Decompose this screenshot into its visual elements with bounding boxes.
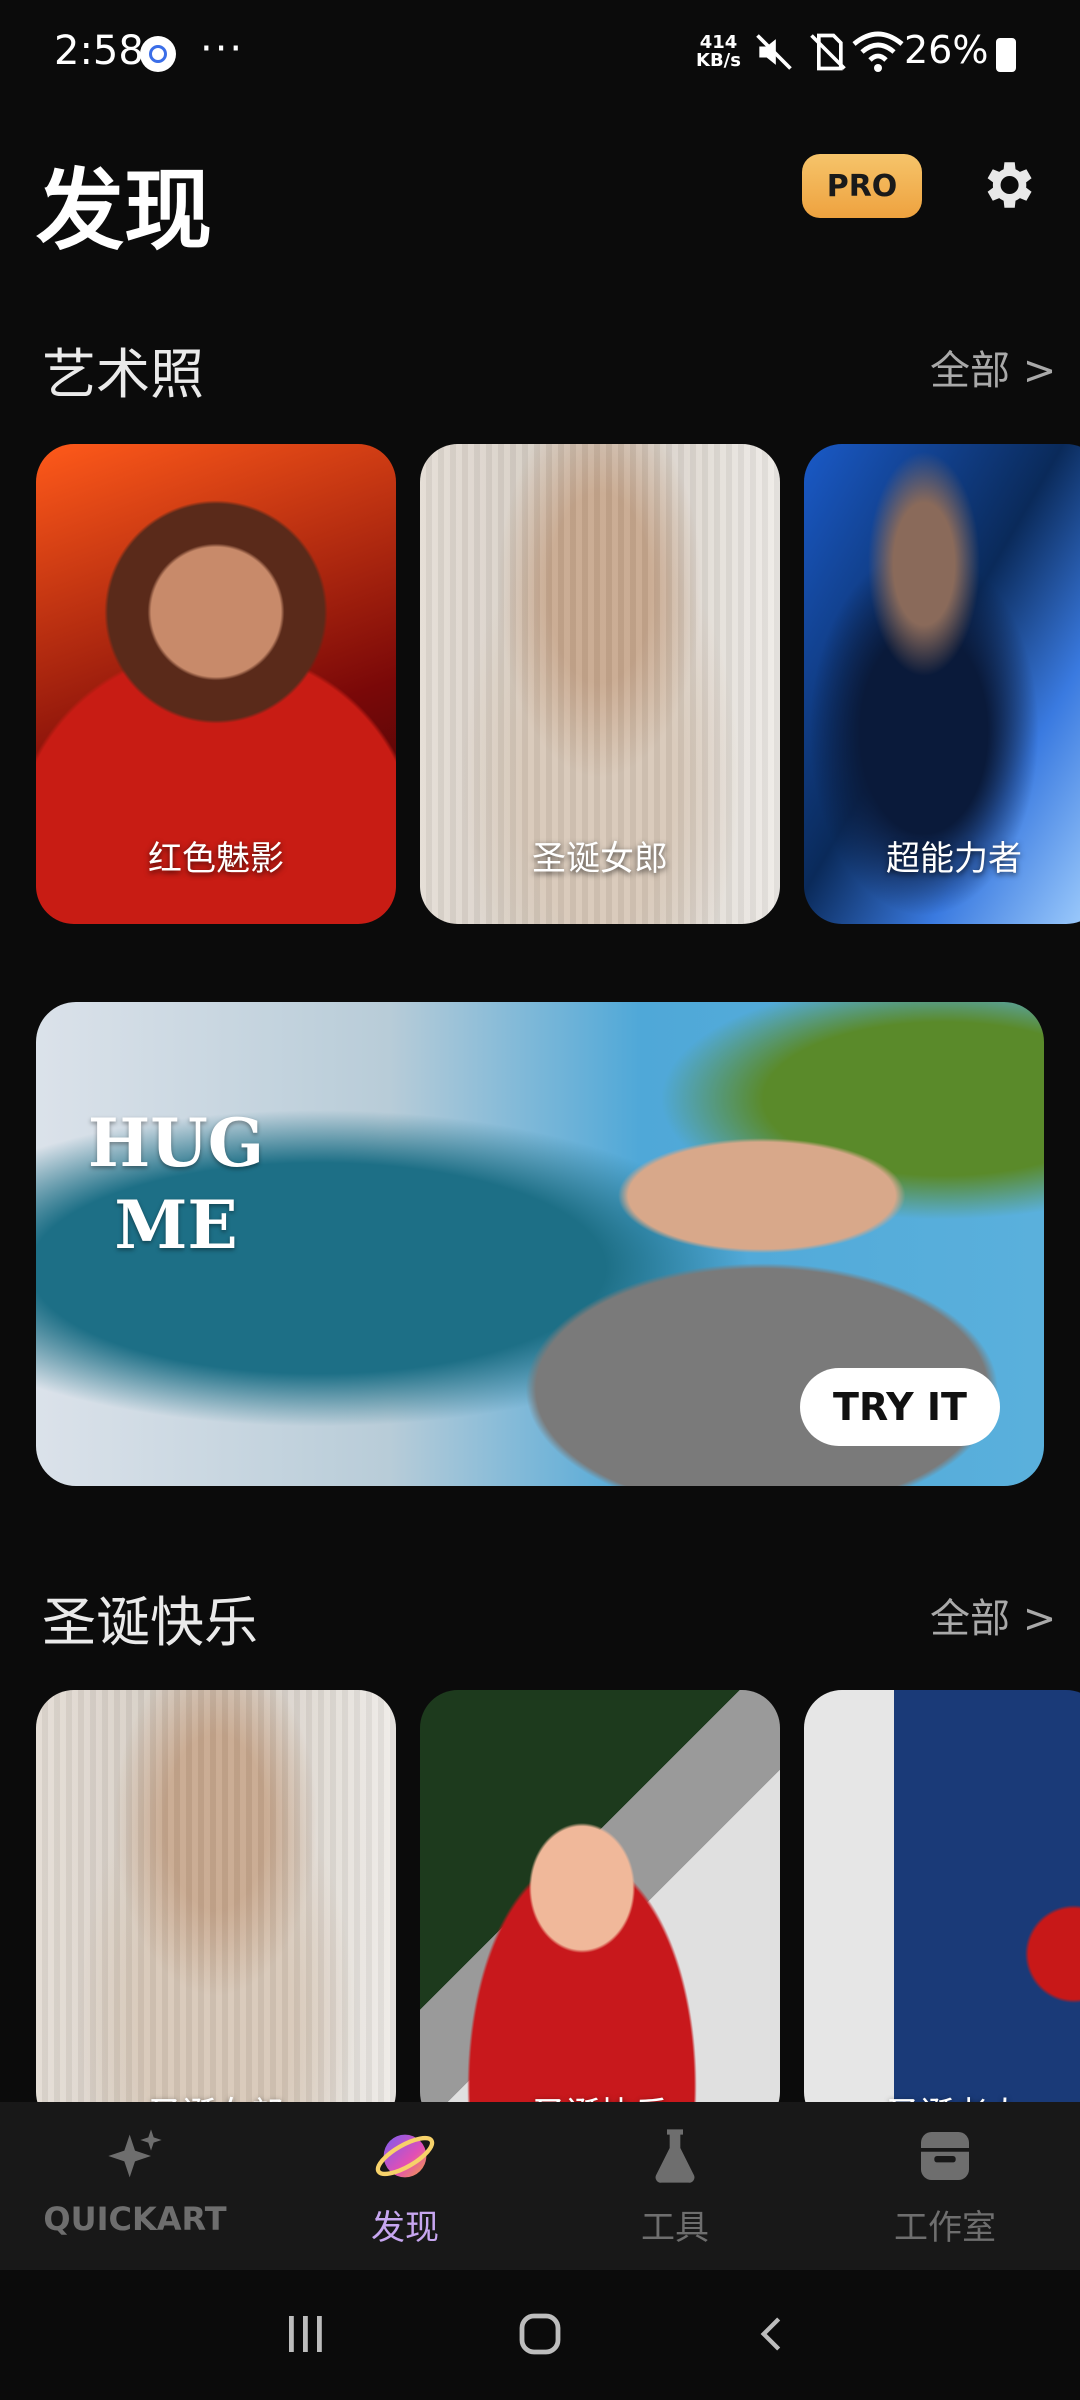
network-speed-unit: KB/s — [696, 50, 741, 71]
status-bar: 2:58 ··· 414 KB/s 26% — [0, 0, 1080, 110]
banner-title-line2: ME — [114, 1186, 238, 1264]
christmas-card-baby[interactable]: 圣诞快乐 — [420, 1690, 780, 2130]
card-label: 超能力者 — [886, 839, 1022, 879]
pro-button[interactable]: PRO — [802, 154, 922, 218]
nav-label-tools: 工具 — [641, 2208, 709, 2248]
wifi-icon — [852, 31, 904, 72]
nav-item-quickart[interactable]: QUICKART — [0, 2102, 270, 2270]
archive-icon — [921, 2132, 969, 2180]
try-it-button[interactable]: TRY IT — [800, 1368, 1000, 1446]
mute-icon — [756, 34, 792, 70]
home-icon[interactable] — [514, 2310, 566, 2358]
battery-percent: 26% — [904, 28, 989, 72]
sparkle-icon — [108, 2129, 162, 2178]
art-card-red-phantom[interactable]: 红色魅影 — [36, 444, 396, 924]
app-notification-icon — [140, 36, 176, 72]
nav-label-studio: 工作室 — [894, 2208, 996, 2248]
more-notifications-icon: ··· — [200, 26, 245, 72]
recent-apps-icon[interactable] — [280, 2310, 330, 2358]
section-title-christmas: 圣诞快乐 — [42, 1591, 258, 1654]
status-time: 2:58 — [54, 28, 144, 74]
art-card-christmas-girl[interactable]: 圣诞女郎 — [420, 444, 780, 924]
christmas-card-girl[interactable]: 圣诞女郎 — [36, 1690, 396, 2130]
no-sim-icon — [810, 33, 846, 71]
card-label: 圣诞女郎 — [532, 839, 668, 879]
nav-label-quickart: QUICKART — [43, 2200, 227, 2238]
gear-icon[interactable] — [976, 154, 1038, 216]
back-icon[interactable] — [752, 2310, 792, 2358]
planet-icon — [375, 2134, 435, 2178]
christmas-card-santa[interactable]: 圣诞老人 — [804, 1690, 1080, 2130]
nav-label-discover: 发现 — [371, 2208, 439, 2248]
hug-me-banner[interactable]: HUG ME TRY IT — [36, 1002, 1044, 1486]
section-title-art: 艺术照 — [42, 343, 204, 406]
system-nav-bar — [0, 2270, 1080, 2400]
banner-title: HUG ME — [76, 1102, 276, 1266]
banner-title-line1: HUG — [87, 1104, 265, 1182]
nav-item-studio[interactable]: 工作室 — [810, 2102, 1080, 2270]
battery-icon — [996, 38, 1016, 72]
page-title: 发现 — [36, 159, 213, 262]
see-all-art-link[interactable]: 全部 > — [930, 338, 1056, 396]
art-card-superpower[interactable]: 超能力者 — [804, 444, 1080, 924]
flask-icon — [655, 2129, 695, 2183]
nav-item-tools[interactable]: 工具 — [540, 2102, 810, 2270]
card-label: 红色魅影 — [148, 839, 284, 879]
bottom-nav: QUICKART 发现 工具 工作室 — [0, 2102, 1080, 2270]
nav-item-discover[interactable]: 发现 — [270, 2102, 540, 2270]
see-all-christmas-link[interactable]: 全部 > — [930, 1586, 1056, 1644]
network-speed: 414 KB/s — [696, 34, 741, 70]
